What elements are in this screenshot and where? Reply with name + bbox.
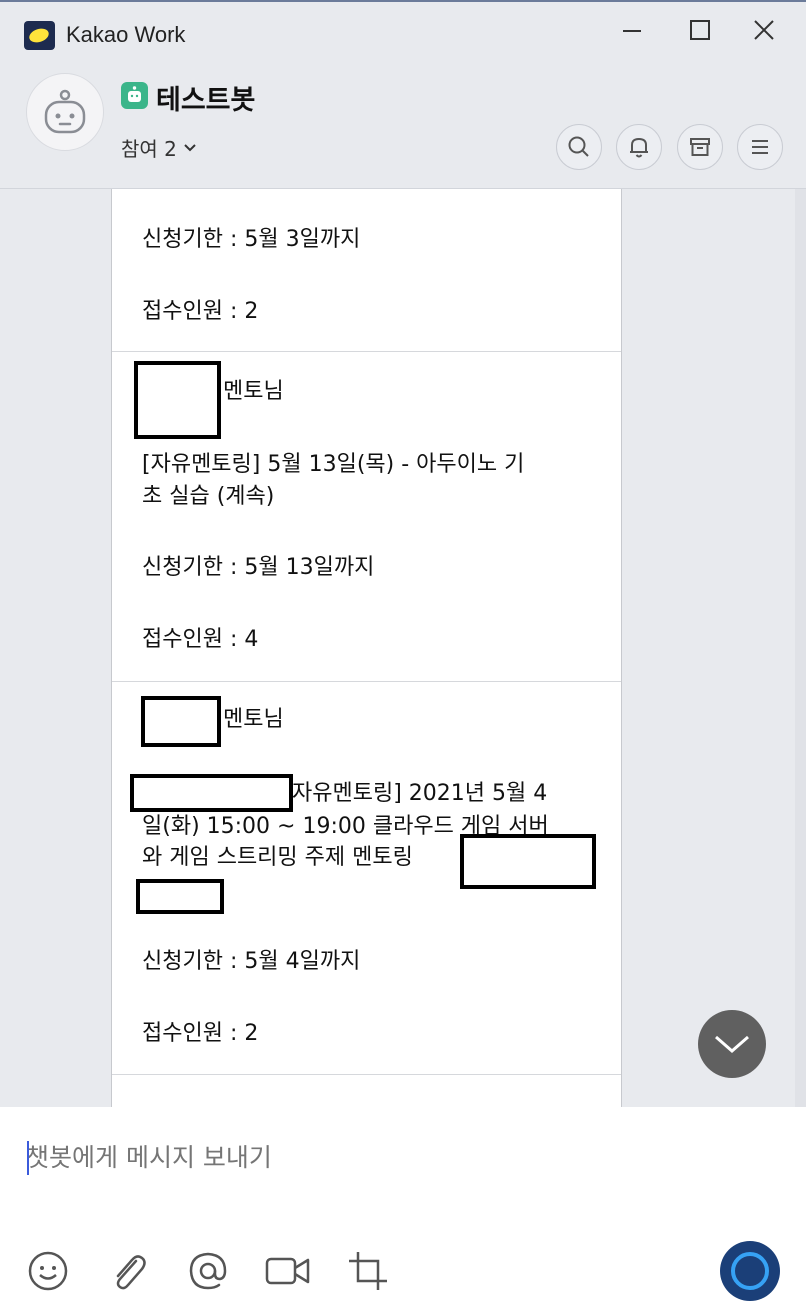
search-button[interactable]	[556, 124, 602, 170]
mentoring-title-line: 초 실습 (계속)	[142, 484, 275, 509]
menu-icon	[752, 140, 768, 154]
chat-messages-area[interactable]: 신청기한 : 5월 3일까지 접수인원 : 2 멘토님 [자유멘토링] 5월 1…	[0, 189, 806, 1107]
mentor-label: 멘토님	[223, 379, 284, 404]
mentoring-item: 멘토님 자유멘토링] 2021년 5월 4 일(화) 15:00 ~ 19:00…	[112, 681, 621, 1075]
message-input[interactable]	[26, 1137, 766, 1177]
emoji-button[interactable]	[24, 1247, 72, 1295]
redaction-box	[136, 879, 224, 914]
emoji-icon	[28, 1251, 68, 1291]
mention-button[interactable]	[184, 1247, 232, 1295]
minimize-button[interactable]	[612, 14, 652, 48]
bell-icon	[630, 137, 648, 158]
archive-icon	[690, 138, 710, 156]
send-button[interactable]	[720, 1241, 780, 1301]
mentoring-item: 신청기한 : 5월 3일까지 접수인원 : 2	[112, 189, 621, 351]
attachment-button[interactable]	[104, 1247, 152, 1295]
chevron-down-icon	[184, 143, 196, 151]
mentoring-title-line: 와 게임 스트리밍 주제 멘토링	[142, 845, 413, 870]
app-title: Kakao Work	[66, 22, 186, 47]
mentoring-title-line: [자유멘토링] 5월 13일(목) - 아두이노 기	[142, 452, 525, 477]
bot-badge-icon	[121, 82, 148, 109]
redaction-box	[134, 361, 221, 439]
capture-button[interactable]	[344, 1247, 392, 1295]
deadline-text: 신청기한 : 5월 13일까지	[142, 555, 375, 580]
send-ring-icon	[731, 1252, 769, 1290]
close-icon	[754, 20, 774, 40]
kakao-work-window: Kakao Work 테스트봇 참여 2 신청기한: 5월 3일까지 접수인원…	[0, 0, 806, 1304]
participants-dropdown[interactable]: 참여 2	[121, 133, 197, 162]
maximize-icon	[690, 20, 710, 40]
redaction-box	[460, 834, 596, 889]
mention-icon	[189, 1252, 227, 1290]
chat-name: 테스트봇	[156, 85, 256, 116]
chat-scrollbar[interactable]	[795, 189, 806, 1107]
bot-message-card: 신청기한 : 5월 3일까지 접수인원 : 2 멘토님 [자유멘토링] 5월 1…	[111, 189, 622, 1107]
redaction-box	[130, 774, 293, 812]
kakao-work-logo-icon	[24, 21, 55, 50]
applicant-count-text: 접수인원 : 2	[142, 299, 259, 324]
notification-button[interactable]	[616, 124, 662, 170]
deadline-text: 신청기한 : 5월 4일까지	[142, 949, 361, 974]
message-composer	[0, 1107, 806, 1304]
participants-label: 참여 2	[121, 137, 177, 161]
mentoring-title-line: 자유멘토링] 2021년 5월 4	[292, 781, 548, 806]
robot-avatar-icon	[44, 89, 86, 134]
search-icon	[568, 136, 589, 157]
video-icon	[265, 1257, 310, 1285]
crop-icon	[349, 1252, 387, 1290]
maximize-button[interactable]	[680, 14, 720, 48]
bot-avatar[interactable]	[26, 73, 104, 151]
applicant-count-text: 접수인원 : 2	[142, 1021, 259, 1046]
chevron-down-icon	[715, 1035, 749, 1053]
redaction-box	[141, 696, 221, 747]
minimize-icon	[623, 30, 641, 32]
close-button[interactable]	[744, 14, 784, 48]
mentoring-item: 멘토님 [자유멘토링] 5월 13일(목) - 아두이노 기 초 실습 (계속)…	[112, 351, 621, 682]
archive-button[interactable]	[677, 124, 723, 170]
menu-button[interactable]	[737, 124, 783, 170]
mentoring-item	[112, 1074, 621, 1107]
mentor-label: 멘토님	[223, 707, 284, 732]
deadline-text: 신청기한 : 5월 3일까지	[142, 227, 361, 252]
applicant-count-text: 접수인원 : 4	[142, 627, 259, 652]
attachment-icon	[116, 1255, 146, 1290]
text-caret	[27, 1141, 29, 1175]
chat-header: 테스트봇 참여 2	[0, 60, 806, 189]
video-call-button[interactable]	[264, 1247, 312, 1295]
scroll-to-bottom-button[interactable]	[698, 1010, 766, 1078]
